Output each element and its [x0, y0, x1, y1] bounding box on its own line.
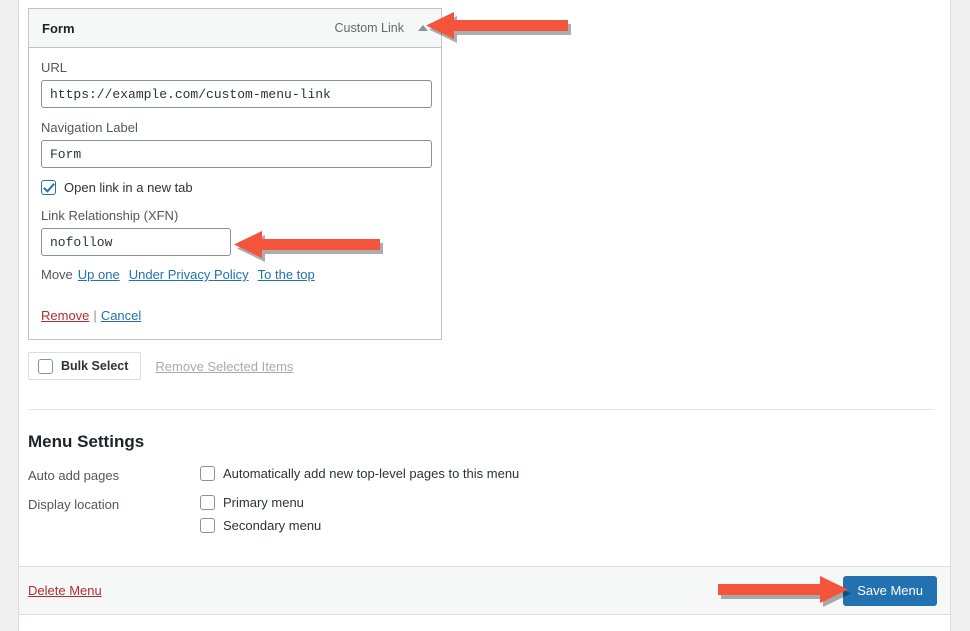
auto-add-pages-option-label[interactable]: Automatically add new top-level pages to… [223, 466, 519, 481]
cancel-edit-link[interactable]: Cancel [101, 308, 141, 323]
navigation-label-label: Navigation Label [41, 120, 138, 135]
xfn-field-block: Link Relationship (XFN) [41, 208, 429, 256]
display-location-row: Display location Primary menu Secondary … [28, 495, 928, 533]
remove-selected-items-link[interactable]: Remove Selected Items [155, 359, 293, 374]
move-under-privacy-policy-link[interactable]: Under Privacy Policy [129, 267, 249, 282]
menu-item-header[interactable]: Form Custom Link [29, 9, 441, 48]
navigation-label-field-block: Navigation Label [41, 120, 432, 168]
delete-menu-link[interactable]: Delete Menu [28, 583, 102, 598]
display-location-controls: Primary menu Secondary menu [200, 495, 928, 533]
url-label: URL [41, 60, 68, 75]
auto-add-pages-label: Auto add pages [28, 468, 120, 483]
secondary-menu-checkbox[interactable] [200, 518, 215, 533]
actions-separator: | [93, 308, 97, 323]
auto-add-pages-row: Auto add pages Automatically add new top… [28, 466, 928, 485]
menu-item-body: URL Navigation Label Open link in a new … [29, 48, 441, 339]
auto-add-pages-option[interactable]: Automatically add new top-level pages to… [200, 466, 928, 481]
menu-actions-bar: Delete Menu Save Menu [19, 566, 950, 615]
remove-menu-item-link[interactable]: Remove [41, 308, 89, 323]
menu-settings-section: Menu Settings Auto add pages Automatical… [28, 432, 928, 543]
menu-item-edit-panel: Form Custom Link URL Navigation Label Op… [28, 8, 442, 340]
bulk-select-bar: Bulk Select Remove Selected Items [28, 352, 293, 380]
auto-add-pages-checkbox[interactable] [200, 466, 215, 481]
open-new-tab-checkbox[interactable] [41, 180, 56, 195]
secondary-menu-label[interactable]: Secondary menu [223, 518, 321, 533]
secondary-menu-option[interactable]: Secondary menu [200, 518, 928, 533]
content-panel: Form Custom Link URL Navigation Label Op… [18, 0, 951, 631]
move-up-one-link[interactable]: Up one [78, 267, 120, 282]
caret-up-icon[interactable] [416, 21, 430, 35]
primary-menu-label[interactable]: Primary menu [223, 495, 304, 510]
menu-item-type-label: Custom Link [334, 21, 404, 35]
navigation-label-input[interactable] [41, 140, 432, 168]
open-new-tab-row[interactable]: Open link in a new tab [41, 180, 429, 195]
display-location-label: Display location [28, 497, 120, 512]
menu-item-title: Form [42, 20, 75, 36]
menu-settings-title: Menu Settings [28, 432, 145, 451]
bulk-select-checkbox[interactable] [38, 358, 53, 374]
url-field-block: URL [41, 60, 432, 108]
xfn-input[interactable] [41, 228, 231, 256]
bulk-select-box[interactable]: Bulk Select [28, 352, 142, 380]
url-input[interactable] [41, 80, 432, 108]
bulk-select-label[interactable]: Bulk Select [61, 359, 128, 373]
menu-item-actions-row: Remove | Cancel [41, 308, 429, 323]
primary-menu-checkbox[interactable] [200, 495, 215, 510]
open-new-tab-label[interactable]: Open link in a new tab [64, 180, 193, 195]
primary-menu-option[interactable]: Primary menu [200, 495, 928, 510]
save-menu-button[interactable]: Save Menu [843, 575, 937, 606]
move-to-the-top-link[interactable]: To the top [258, 267, 315, 282]
auto-add-pages-controls: Automatically add new top-level pages to… [200, 466, 928, 481]
settings-divider [28, 409, 934, 410]
caret-up-glyph [418, 25, 428, 31]
move-row: Move Up one Under Privacy Policy To the top [41, 266, 429, 284]
move-word: Move [41, 267, 73, 282]
xfn-label: Link Relationship (XFN) [41, 208, 179, 223]
